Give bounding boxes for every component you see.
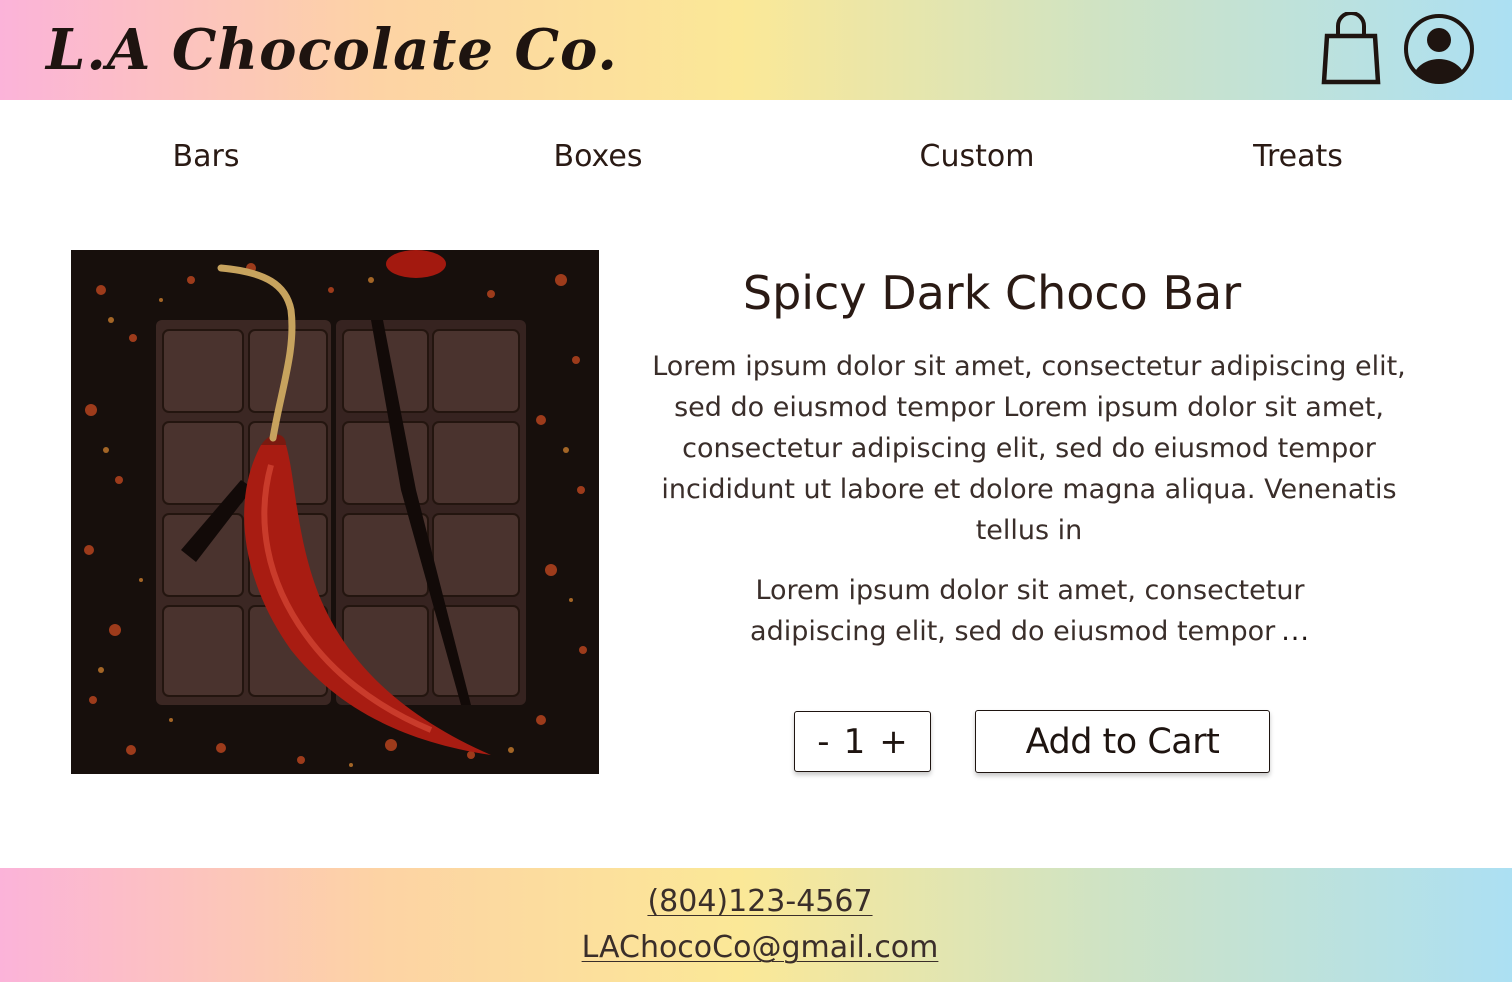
site-header: L.A Chocolate Co. — [0, 0, 1512, 100]
site-footer: (804)123-4567 LAChocoCo@gmail.com — [0, 868, 1512, 982]
footer-email-link[interactable]: LAChocoCo@gmail.com — [0, 928, 1512, 968]
nav-item-boxes[interactable]: Boxes — [554, 134, 643, 180]
add-to-cart-button[interactable]: Add to Cart — [975, 710, 1270, 773]
nav-item-treats[interactable]: Treats — [1253, 134, 1343, 180]
read-more-ellipsis[interactable]: ... — [1281, 616, 1310, 647]
quantity-decrement-button[interactable]: - — [817, 722, 829, 762]
footer-phone-link[interactable]: (804)123-4567 — [0, 882, 1512, 922]
user-account-icon[interactable] — [1402, 12, 1476, 86]
product-description-secondary: Lorem ipsum dolor sit amet, consectetur … — [700, 570, 1360, 652]
product-image — [71, 250, 599, 774]
brand-logo[interactable]: L.A Chocolate Co. — [46, 12, 618, 88]
quantity-value: 1 — [843, 721, 866, 762]
chocolate-chili-photo — [71, 250, 599, 774]
quantity-stepper: - 1 + — [794, 711, 931, 772]
product-description-secondary-text: Lorem ipsum dolor sit amet, consectetur … — [750, 575, 1305, 647]
nav-item-custom[interactable]: Custom — [920, 134, 1035, 180]
product-title: Spicy Dark Choco Bar — [742, 266, 1242, 320]
nav-item-bars[interactable]: Bars — [173, 134, 240, 180]
shopping-bag-icon[interactable] — [1318, 12, 1384, 86]
product-description: Lorem ipsum dolor sit amet, consectetur … — [652, 351, 1406, 546]
quantity-increment-button[interactable]: + — [879, 722, 908, 762]
